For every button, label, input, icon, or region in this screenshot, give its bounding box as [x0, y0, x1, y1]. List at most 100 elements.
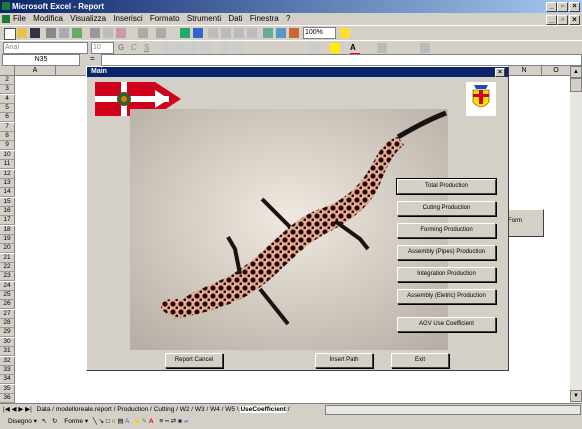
- print-preview-icon[interactable]: [59, 28, 69, 38]
- row-header[interactable]: 20: [0, 244, 15, 254]
- zoom-select[interactable]: 100%: [303, 27, 336, 39]
- row-header[interactable]: 14: [0, 188, 15, 198]
- minimize-workbook-button[interactable]: _: [546, 15, 557, 25]
- row-header[interactable]: 12: [0, 169, 15, 179]
- row-header[interactable]: 33: [0, 365, 15, 375]
- row-header[interactable]: 35: [0, 384, 15, 394]
- column-header-a[interactable]: A: [15, 66, 56, 76]
- paste-icon[interactable]: [116, 28, 126, 38]
- line-color-icon[interactable]: ✎: [142, 418, 147, 425]
- row-header[interactable]: 11: [0, 160, 15, 170]
- row-header[interactable]: 6: [0, 113, 15, 123]
- redo-icon[interactable]: [156, 28, 166, 38]
- row-header[interactable]: 34: [0, 375, 15, 385]
- scroll-thumb[interactable]: [570, 78, 582, 92]
- row-header[interactable]: 21: [0, 253, 15, 263]
- bold-icon[interactable]: G: [118, 43, 128, 53]
- report-cancel-button[interactable]: Report Cancel: [165, 353, 223, 368]
- row-header[interactable]: 24: [0, 281, 15, 291]
- undo-icon[interactable]: [138, 28, 148, 38]
- open-icon[interactable]: [17, 28, 27, 38]
- web-icon[interactable]: [193, 28, 203, 38]
- row-header[interactable]: 9: [0, 141, 15, 151]
- font-size-select[interactable]: 10: [91, 42, 114, 54]
- autoshapes-menu[interactable]: Forme: [64, 418, 83, 425]
- tab-nav-last[interactable]: ▶|: [25, 406, 32, 413]
- sheet-tab-modelloreale-report[interactable]: modelloreale.report: [56, 406, 112, 413]
- merge-center-icon[interactable]: [201, 43, 211, 53]
- assembly-eletric-production-button[interactable]: Assembly (Eletric) Production: [397, 289, 496, 304]
- copy-icon[interactable]: [103, 28, 113, 38]
- oval-icon[interactable]: ○: [112, 418, 116, 425]
- tab-nav-first[interactable]: |◀: [3, 406, 10, 413]
- textbox-icon[interactable]: ▤: [117, 418, 123, 425]
- insert-path-button[interactable]: Insert Path: [315, 353, 373, 368]
- font-select[interactable]: Arial: [3, 42, 88, 54]
- row-header[interactable]: 3: [0, 85, 15, 95]
- cut-icon[interactable]: [90, 28, 100, 38]
- autosum-icon[interactable]: [208, 28, 218, 38]
- row-header[interactable]: 2: [0, 76, 15, 85]
- line-style-icon[interactable]: ≡: [159, 418, 163, 425]
- integration-production-button[interactable]: Integration Production: [397, 267, 496, 282]
- align-center-icon[interactable]: [175, 43, 185, 53]
- dialog-close-button[interactable]: ×: [495, 68, 505, 77]
- row-header[interactable]: 10: [0, 150, 15, 160]
- menu-formato[interactable]: Formato: [150, 14, 180, 23]
- assembly-pipes-production-button[interactable]: Assembly (Pipes) Production: [397, 245, 496, 260]
- row-header[interactable]: 7: [0, 122, 15, 132]
- row-header[interactable]: 15: [0, 197, 15, 207]
- forming-production-button[interactable]: Forming Production: [397, 223, 496, 238]
- rectangle-icon[interactable]: □: [106, 418, 110, 425]
- wordart-icon[interactable]: A: [125, 418, 129, 425]
- menu-strumenti[interactable]: Strumenti: [187, 14, 221, 23]
- row-header[interactable]: 13: [0, 178, 15, 188]
- column-header-o[interactable]: O: [542, 66, 570, 76]
- row-header[interactable]: 32: [0, 356, 15, 366]
- fill-color-draw-icon[interactable]: ◆: [135, 418, 140, 425]
- row-header[interactable]: 27: [0, 309, 15, 319]
- dash-style-icon[interactable]: ┅: [165, 418, 169, 425]
- tab-nav-next[interactable]: ▶: [18, 406, 23, 413]
- save-icon[interactable]: [30, 28, 40, 38]
- row-header[interactable]: 25: [0, 291, 15, 301]
- sheet-tab-w5[interactable]: W5: [225, 406, 235, 413]
- form-control-icon[interactable]: [377, 43, 387, 53]
- scroll-up-arrow[interactable]: ▲: [570, 66, 582, 78]
- percent-icon[interactable]: [233, 43, 243, 53]
- chart-wizard-icon[interactable]: [263, 28, 273, 38]
- horizontal-scrollbar[interactable]: [325, 405, 581, 415]
- sort-desc-icon[interactable]: [247, 28, 257, 38]
- sort-asc-icon[interactable]: [234, 28, 244, 38]
- sheet-tab-w4[interactable]: W4: [210, 406, 220, 413]
- menu-file[interactable]: File: [13, 14, 26, 23]
- restore-workbook-button[interactable]: ▫: [557, 15, 568, 25]
- arrow-style-icon[interactable]: ⇄: [171, 418, 176, 425]
- row-header[interactable]: 5: [0, 104, 15, 114]
- row-header[interactable]: 31: [0, 347, 15, 357]
- font-color-draw-icon[interactable]: A: [149, 418, 154, 425]
- map-icon[interactable]: [276, 28, 286, 38]
- formula-input[interactable]: [101, 54, 582, 66]
- row-header[interactable]: 30: [0, 337, 15, 347]
- align-right-icon[interactable]: [188, 43, 198, 53]
- row-header[interactable]: 4: [0, 94, 15, 104]
- menu-help[interactable]: ?: [286, 14, 290, 23]
- help-icon[interactable]: [340, 28, 350, 38]
- total-production-button[interactable]: Total Production: [396, 178, 497, 195]
- menu-visualizza[interactable]: Visualizza: [70, 14, 106, 23]
- row-header[interactable]: 23: [0, 272, 15, 282]
- scroll-down-arrow[interactable]: ▼: [570, 390, 582, 402]
- underline-icon[interactable]: S: [144, 43, 154, 53]
- new-icon[interactable]: [4, 28, 16, 40]
- row-header[interactable]: 26: [0, 300, 15, 310]
- row-header[interactable]: 28: [0, 319, 15, 329]
- minimize-button[interactable]: _: [546, 2, 557, 12]
- print-icon[interactable]: [46, 28, 56, 38]
- column-header-n[interactable]: N: [507, 66, 542, 76]
- sheet-tab-w3[interactable]: W3: [195, 406, 205, 413]
- cuting-production-button[interactable]: Cuting Production: [397, 201, 496, 216]
- close-workbook-button[interactable]: ×: [569, 15, 580, 25]
- form-button[interactable]: Form: [504, 209, 544, 237]
- fill-color-icon[interactable]: [330, 43, 340, 53]
